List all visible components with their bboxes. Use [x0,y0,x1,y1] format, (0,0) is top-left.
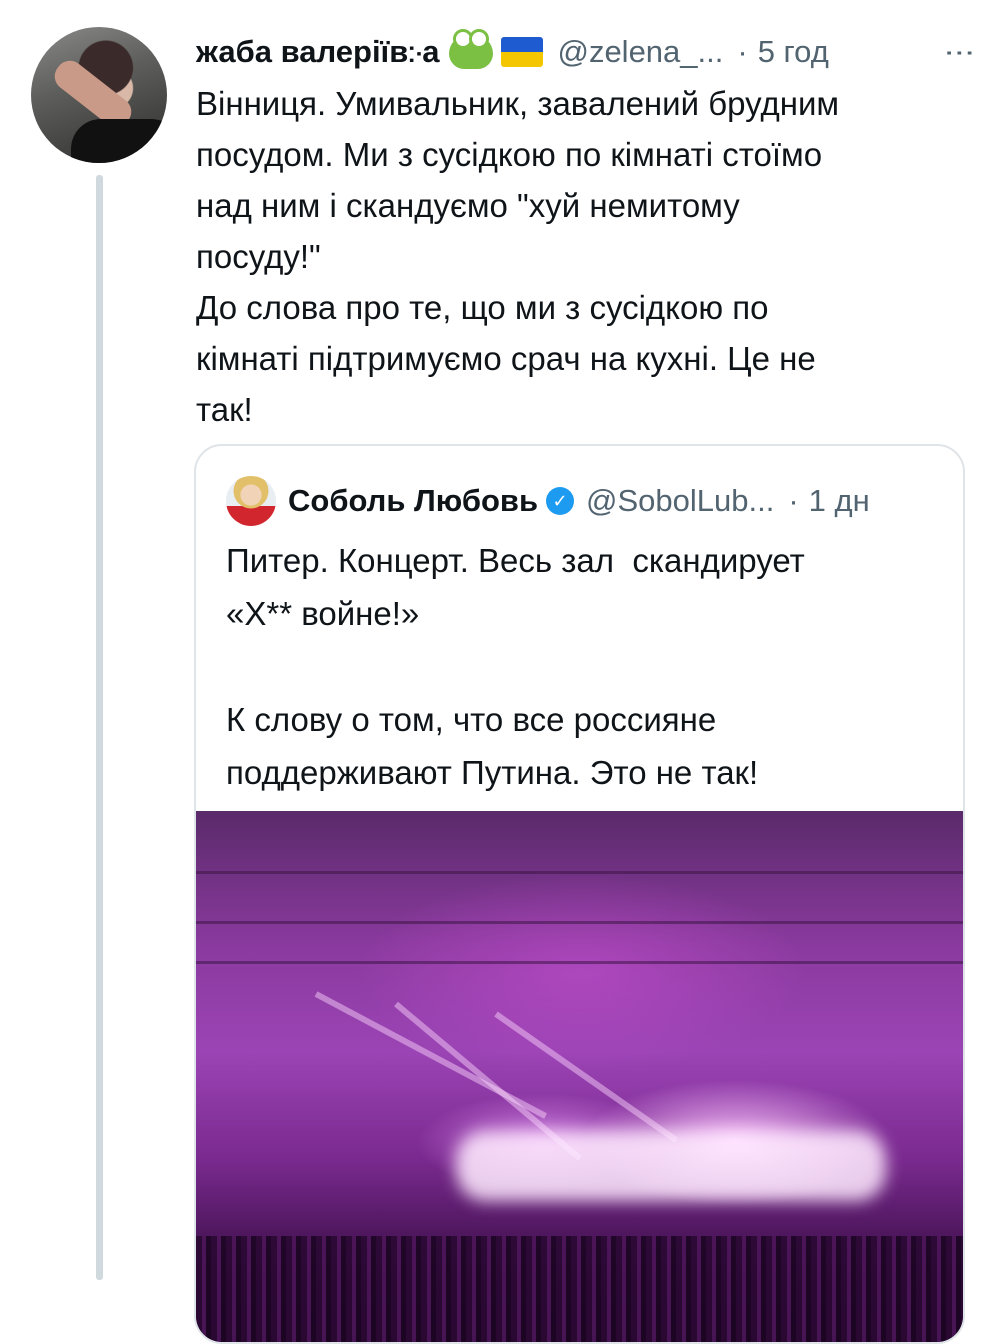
quoted-author-handle[interactable]: @SobolLub... [586,483,774,519]
stage-truss [196,961,963,964]
light-beam [494,1011,678,1143]
tweet-text: Вінниця. Умивальник, завалений брудним п… [196,85,840,428]
avatar-shirt-shape [71,119,167,163]
thread-line [96,175,103,1280]
frog-icon [449,29,494,69]
stage-lights [456,1131,886,1201]
more-options-icon[interactable]: ⋮ [942,38,977,66]
tweet-time[interactable]: 5 год [758,34,829,70]
stage-truss [196,871,963,874]
quoted-separator-dot: · [788,483,799,518]
verified-icon: ✓ [546,487,575,515]
tweet-header: жаба валеріїв჻а @zelena_... · 5 год ⋮ [196,28,977,76]
author-handle[interactable]: @zelena_... [557,34,723,70]
author-name[interactable]: жаба валеріїв჻а [196,34,439,70]
quoted-author-name[interactable]: Соболь Любовь [288,483,538,519]
crowd [196,1236,963,1342]
stage-truss [196,921,963,924]
concert-video-thumbnail[interactable] [196,811,963,1342]
ukraine-flag-icon [501,37,544,67]
quoted-author-avatar[interactable] [226,476,276,526]
quoted-tweet-text: Питер. Концерт. Весь зал скандирует «Х**… [226,542,805,791]
quoted-tweet[interactable]: Соболь Любовь ✓ @SobolLub... · 1 дн Пите… [194,444,965,1344]
quoted-tweet-time[interactable]: 1 дн [809,483,870,519]
author-avatar[interactable] [31,27,167,163]
quoted-tweet-header: Соболь Любовь ✓ @SobolLub... · 1 дн [288,476,943,526]
separator-dot: · [737,34,748,69]
